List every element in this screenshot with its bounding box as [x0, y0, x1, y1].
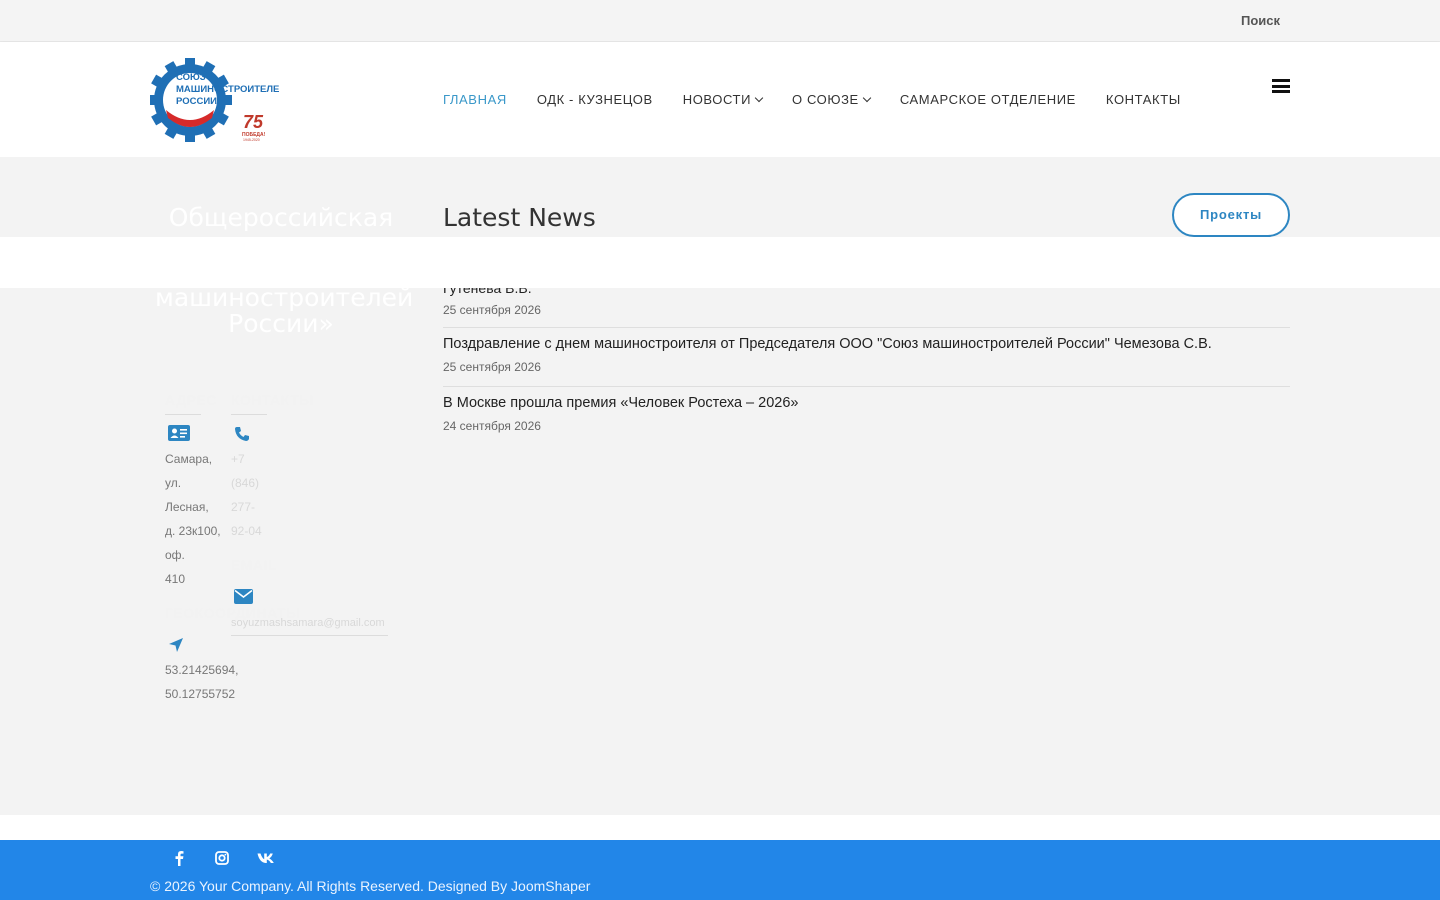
contacts-heading: КОНТАКТЫ [231, 392, 314, 408]
news-item: 25 сентября 2026 [443, 303, 1290, 317]
svg-text:1945-2020: 1945-2020 [243, 138, 260, 142]
address-heading: АДРЕС [165, 392, 217, 408]
footer-spacer [0, 815, 1440, 840]
search-link[interactable]: Поиск [1241, 13, 1280, 28]
nav-item-odk-kuznetsov[interactable]: ОДК - КУЗНЕЦОВ [537, 92, 653, 107]
news-title-link[interactable]: В Москве прошла премия «Человек Ростеха … [443, 395, 1290, 411]
top-bar: Поиск [0, 0, 1440, 42]
news-date: 25 сентября 2026 [443, 360, 541, 374]
geo-heading: ГЕОКООРДИНАТЫ [165, 605, 301, 621]
divider [165, 414, 201, 415]
vk-icon[interactable] [257, 850, 275, 866]
main-nav: ГЛАВНАЯ ОДК - КУЗНЕЦОВ НОВОСТИ О СОЮЗЕ С… [443, 92, 1211, 107]
nav-item-about[interactable]: О СОЮЗЕ [792, 92, 872, 107]
chevron-down-icon [862, 93, 872, 102]
site-header: СОЮЗ МАШИНОСТРОИТЕЛЕЙ РОССИИ 75 ПОБЕДА! … [0, 42, 1440, 157]
divider [443, 327, 1290, 328]
nav-item-contacts[interactable]: КОНТАКТЫ [1106, 92, 1181, 107]
nav-item-news[interactable]: НОВОСТИ [683, 92, 764, 107]
address-text: Самара, ул. Лесная, д. 23к100, оф. 410 [165, 452, 221, 586]
svg-text:СОЮЗ: СОЮЗ [176, 72, 206, 83]
main-content: Общероссийская машиностроителей России» … [0, 157, 1440, 815]
phone-icon [235, 427, 249, 441]
divider [443, 386, 1290, 387]
svg-text:РОССИИ: РОССИИ [176, 96, 217, 107]
email-heading: EMAIL [231, 557, 278, 573]
instagram-icon[interactable] [215, 850, 229, 866]
hamburger-menu-icon[interactable] [1272, 79, 1290, 93]
copyright-text: © 2026 Your Company. All Rights Reserved… [150, 878, 591, 894]
nav-item-samara-branch[interactable]: САМАРСКОЕ ОТДЕЛЕНИЕ [900, 92, 1076, 107]
svg-text:75: 75 [243, 112, 264, 132]
location-arrow-icon [169, 638, 183, 652]
projects-button[interactable]: Проекты [1172, 193, 1290, 237]
svg-text:МАШИНОСТРОИТЕЛЕЙ: МАШИНОСТРОИТЕЛЕЙ [176, 83, 280, 95]
nav-item-home[interactable]: ГЛАВНАЯ [443, 92, 507, 107]
phone-text[interactable]: +7 (846) 277- 92-04 [231, 447, 262, 543]
news-date: 25 сентября 2026 [443, 303, 541, 317]
news-title-link[interactable]: Поздравление с днем машиностроителя от П… [443, 336, 1290, 352]
news-item-partial-title[interactable]: Гутенева В.В. [443, 288, 532, 297]
envelope-icon [234, 589, 253, 604]
latest-news-heading: Latest News [443, 203, 596, 232]
news-item: В Москве прошла премия «Человек Ростеха … [443, 395, 1290, 433]
site-logo[interactable]: СОЮЗ МАШИНОСТРОИТЕЛЕЙ РОССИИ 75 ПОБЕДА! … [148, 58, 286, 142]
address-card-icon [168, 425, 190, 441]
facebook-icon[interactable] [173, 850, 185, 866]
news-item: Поздравление с днем машиностроителя от П… [443, 336, 1290, 374]
overlay-band [0, 237, 1440, 288]
divider [231, 635, 388, 636]
divider [231, 414, 267, 415]
news-date: 24 сентября 2026 [443, 419, 541, 433]
geo-text: 53.21425694, 50.12755752 [165, 663, 239, 701]
chevron-down-icon [754, 93, 764, 102]
logo-gear-icon: СОЮЗ МАШИНОСТРОИТЕЛЕЙ РОССИИ 75 ПОБЕДА! … [148, 58, 286, 142]
site-footer: © 2026 Your Company. All Rights Reserved… [0, 840, 1440, 900]
